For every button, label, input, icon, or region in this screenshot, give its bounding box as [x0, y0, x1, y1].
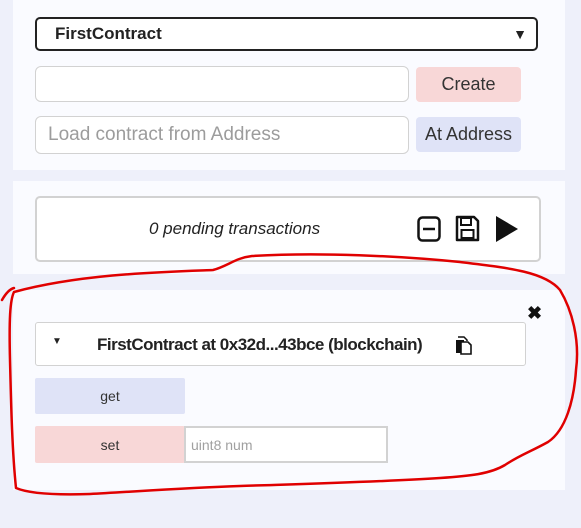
play-icon[interactable] [495, 215, 519, 243]
pending-transactions-box: 0 pending transactions [35, 196, 541, 262]
set-arg-input[interactable]: uint8 num [184, 426, 388, 463]
save-icon[interactable] [455, 215, 480, 242]
contract-select[interactable]: FirstContract ▼ [35, 17, 538, 51]
get-function-button[interactable]: get [35, 378, 185, 414]
constructor-args-input[interactable] [35, 66, 409, 102]
set-function-button[interactable]: set [35, 426, 185, 463]
address-input[interactable]: Load contract from Address [35, 116, 409, 154]
contract-instance[interactable]: ▼ FirstContract at 0x32d...43bce (blockc… [35, 322, 526, 366]
minus-square-icon[interactable] [417, 216, 441, 242]
caret-down-icon[interactable]: ▼ [52, 336, 62, 347]
at-address-button[interactable]: At Address [416, 117, 521, 152]
close-icon[interactable]: ✖ [527, 303, 542, 324]
contract-select-value: FirstContract [55, 24, 162, 43]
copy-icon[interactable] [455, 336, 473, 355]
create-button[interactable]: Create [416, 67, 521, 102]
instance-title: FirstContract at 0x32d...43bce (blockcha… [97, 335, 423, 354]
pending-transactions-text: 0 pending transactions [149, 219, 321, 238]
dropdown-arrow-icon: ▼ [513, 26, 527, 42]
